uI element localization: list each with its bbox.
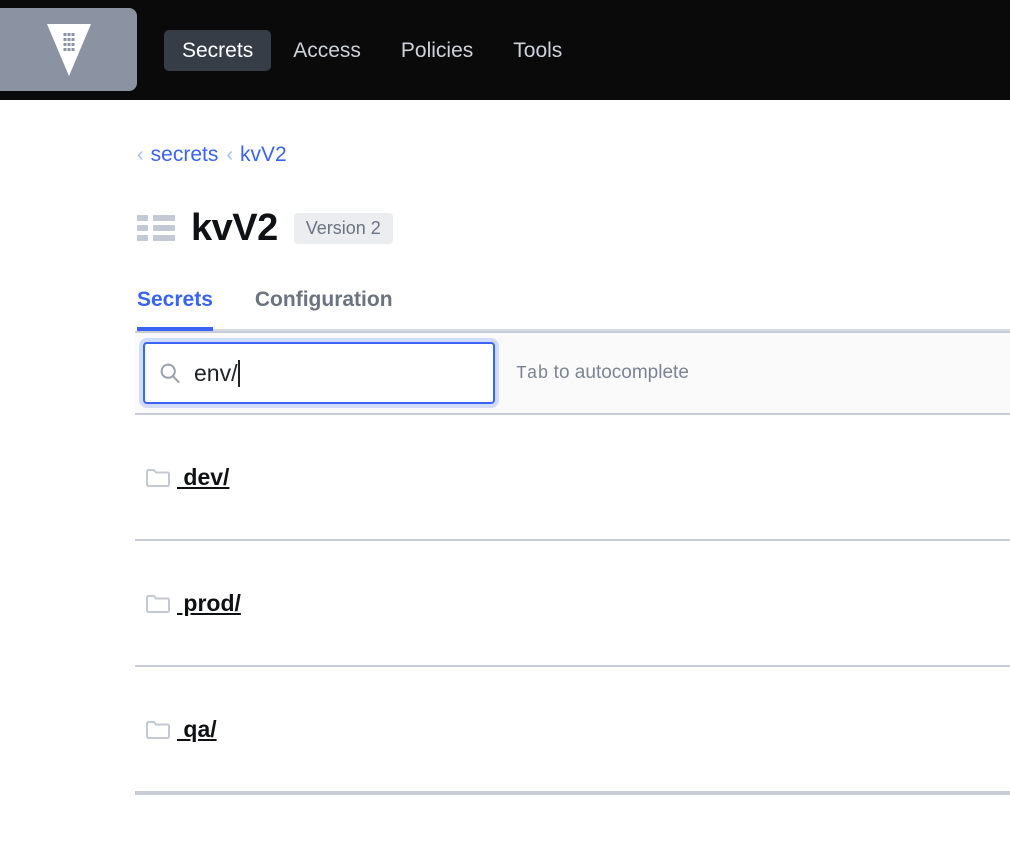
breadcrumb: ‹ secrets ‹ kvV2 bbox=[137, 100, 1010, 167]
folder-icon bbox=[145, 718, 171, 740]
list-item[interactable]: prod/ bbox=[135, 541, 1010, 667]
primary-nav: Secrets Access Policies Tools bbox=[164, 0, 580, 100]
search-icon bbox=[159, 362, 181, 384]
folder-icon bbox=[145, 592, 171, 614]
nav-item-tools[interactable]: Tools bbox=[495, 30, 580, 71]
search-input-value: env/ bbox=[194, 362, 237, 385]
nav-item-access[interactable]: Access bbox=[275, 30, 379, 71]
secret-link[interactable]: dev/ bbox=[177, 464, 229, 491]
search-input[interactable]: env/ bbox=[143, 342, 495, 404]
top-navigation-bar: Secrets Access Policies Tools bbox=[0, 0, 1010, 100]
autocomplete-hint: Tab to autocomplete bbox=[516, 362, 689, 384]
secret-link[interactable]: prod/ bbox=[177, 590, 241, 617]
page-content: ‹ secrets ‹ kvV2 kvV2 Version 2 Secrets … bbox=[0, 100, 1010, 795]
tab-bar: Secrets Configuration bbox=[137, 289, 1010, 331]
autocomplete-hint-text: to autocomplete bbox=[548, 362, 688, 383]
list-item[interactable]: dev/ bbox=[135, 415, 1010, 541]
autocomplete-hint-key: Tab bbox=[516, 364, 548, 384]
vault-logo-icon bbox=[47, 24, 91, 76]
tab-secrets[interactable]: Secrets bbox=[137, 289, 213, 331]
breadcrumb-label: kvV2 bbox=[240, 143, 287, 167]
chevron-left-icon: ‹ bbox=[226, 145, 233, 165]
secret-link[interactable]: qa/ bbox=[177, 716, 217, 743]
folder-icon bbox=[145, 466, 171, 488]
secret-filter-bar: env/ Tab to autocomplete bbox=[135, 331, 1010, 415]
list-divider bbox=[135, 793, 1010, 795]
vault-logo[interactable] bbox=[0, 8, 137, 91]
list-icon bbox=[137, 215, 175, 241]
text-caret bbox=[238, 360, 240, 387]
version-badge: Version 2 bbox=[294, 213, 393, 244]
list-item[interactable]: qa/ bbox=[135, 667, 1010, 793]
breadcrumb-label: secrets bbox=[151, 143, 219, 167]
page-title: kvV2 bbox=[191, 209, 278, 247]
nav-item-policies[interactable]: Policies bbox=[383, 30, 491, 71]
page-header: kvV2 Version 2 bbox=[137, 209, 1010, 247]
chevron-left-icon: ‹ bbox=[137, 145, 144, 165]
breadcrumb-item-secrets[interactable]: ‹ secrets bbox=[137, 143, 218, 167]
tab-configuration[interactable]: Configuration bbox=[255, 289, 393, 331]
breadcrumb-item-kvv2[interactable]: ‹ kvV2 bbox=[226, 143, 286, 167]
nav-item-secrets[interactable]: Secrets bbox=[164, 30, 271, 71]
secret-list: dev/ prod/ qa/ bbox=[137, 415, 1010, 795]
